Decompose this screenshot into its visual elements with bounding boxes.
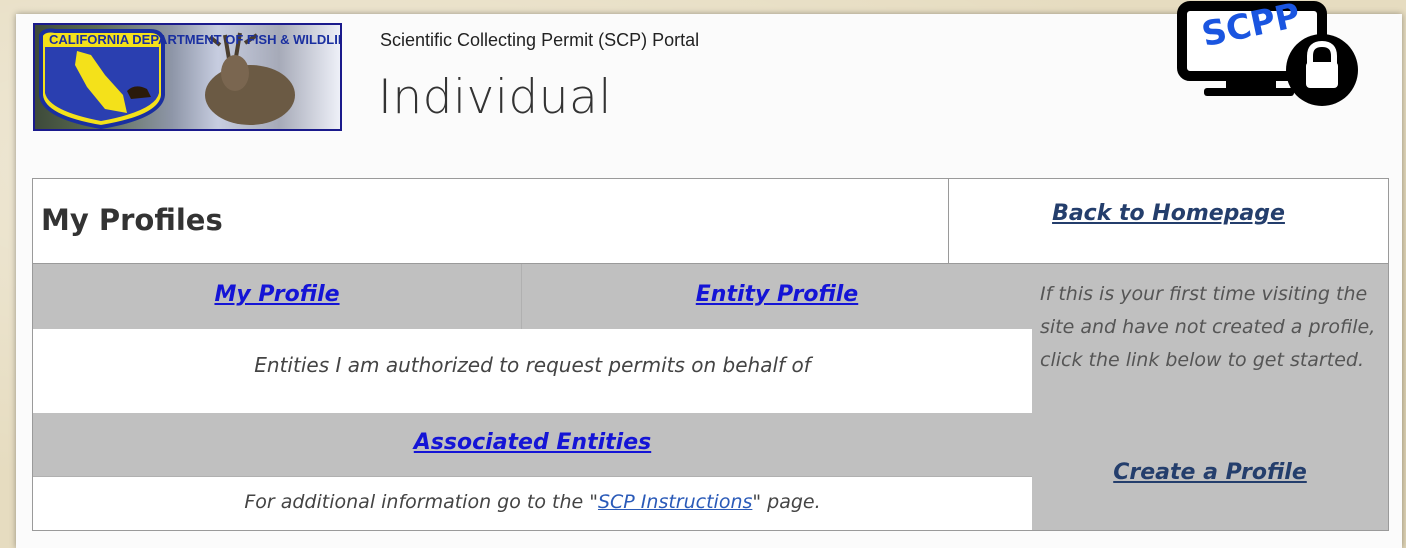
- entity-profile-link[interactable]: Entity Profile: [522, 282, 1032, 307]
- info-footer: For additional information go to the "SC…: [33, 476, 1032, 530]
- profiles-heading: My Profiles: [41, 203, 223, 237]
- scpp-lock-icon: SCPP: [1177, 0, 1358, 106]
- associated-entities-cell: Associated Entities: [33, 413, 1032, 476]
- back-link-cell: Back to Homepage: [949, 179, 1388, 264]
- associated-entities-link[interactable]: Associated Entities: [33, 430, 1032, 455]
- my-profile-cell: My Profile: [33, 264, 522, 329]
- entities-description: Entities I am authorized to request perm…: [33, 329, 1032, 413]
- entities-text: Entities I am authorized to request perm…: [254, 353, 811, 377]
- portal-subtitle: Scientific Collecting Permit (SCP) Porta…: [380, 30, 700, 50]
- first-time-sidebar: If this is your first time visiting the …: [1032, 264, 1388, 530]
- cdfw-logo: CALIFORNIA DEPARTMENT OF FISH & WILDLIFE: [33, 23, 342, 131]
- my-profile-link[interactable]: My Profile: [33, 282, 521, 307]
- back-to-homepage-link[interactable]: Back to Homepage: [949, 201, 1388, 226]
- first-time-text: If this is your first time visiting the …: [1040, 283, 1376, 371]
- profiles-table: My Profiles Back to Homepage My Profile …: [32, 178, 1389, 531]
- page-title: Individual: [378, 70, 612, 125]
- info-suffix: " page.: [752, 491, 821, 513]
- info-text: For additional information go to the "SC…: [33, 491, 1032, 513]
- scp-instructions-link[interactable]: SCP Instructions: [598, 491, 752, 513]
- main-panel: CALIFORNIA DEPARTMENT OF FISH & WILDLIFE…: [16, 0, 1402, 548]
- logo-text: CALIFORNIA DEPARTMENT OF FISH & WILDLIFE: [49, 32, 340, 47]
- info-prefix: For additional information go to the ": [244, 491, 598, 513]
- entity-profile-cell: Entity Profile: [522, 264, 1032, 329]
- profiles-header: My Profiles: [33, 179, 949, 264]
- create-profile-link[interactable]: Create a Profile: [1032, 460, 1388, 485]
